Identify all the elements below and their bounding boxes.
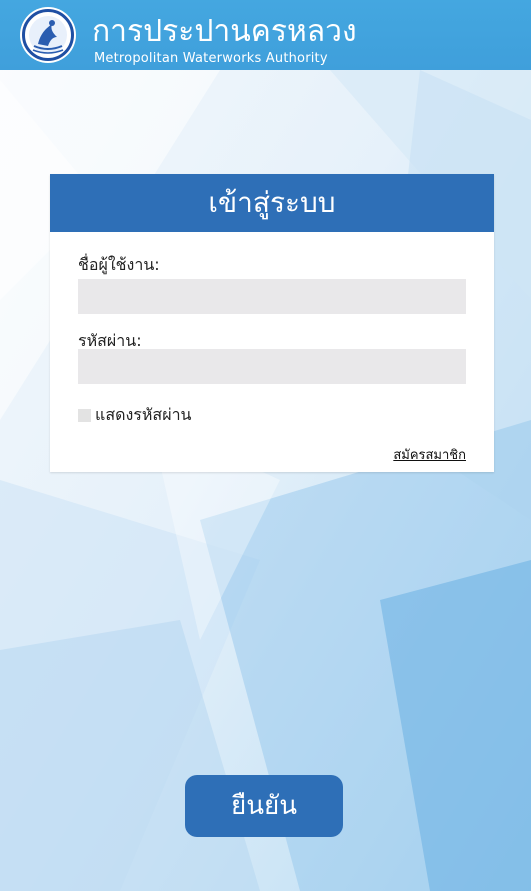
- username-input[interactable]: [78, 279, 466, 314]
- show-password-toggle[interactable]: แสดงรหัสผ่าน: [78, 405, 191, 425]
- show-password-checkbox[interactable]: [78, 408, 91, 422]
- login-title: เข้าสู่ระบบ: [50, 174, 494, 232]
- username-label: ชื่อผู้ใช้งาน:: [78, 255, 160, 274]
- login-card: เข้าสู่ระบบ ชื่อผู้ใช้งาน: รหัสผ่าน: แสด…: [50, 174, 494, 472]
- app-header: การประปานครหลวง Metropolitan Waterworks …: [0, 0, 531, 70]
- register-link[interactable]: สมัครสมาชิก: [393, 448, 466, 463]
- org-name-english: Metropolitan Waterworks Authority: [94, 51, 328, 66]
- confirm-button[interactable]: ยืนยัน: [185, 775, 343, 837]
- show-password-label: แสดงรหัสผ่าน: [95, 405, 192, 424]
- password-label: รหัสผ่าน:: [78, 331, 142, 350]
- mwa-seal-logo-icon: [20, 7, 76, 63]
- password-input[interactable]: [78, 349, 466, 384]
- org-name-thai: การประปานครหลวง: [92, 14, 357, 49]
